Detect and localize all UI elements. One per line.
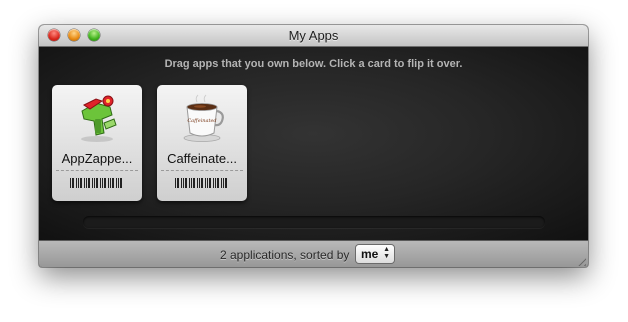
app-card-name: Caffeinate... [167, 151, 237, 166]
coffee-cup-icon: Caffeinated [183, 94, 224, 142]
status-bar: 2 applications, sorted by me ▲ ▼ [39, 240, 588, 267]
resize-grip[interactable] [575, 255, 586, 266]
sort-select-value: me [361, 247, 379, 261]
barcode [175, 178, 229, 188]
apps-drop-area[interactable]: Drag apps that you own below. Click a ca… [39, 47, 588, 240]
zapper-gun-icon [81, 95, 117, 142]
up-down-arrows-icon: ▲ ▼ [383, 246, 390, 260]
app-card-name: AppZappe... [61, 151, 133, 166]
cup-lettering: Caffeinated [187, 118, 216, 124]
sort-select[interactable]: me ▲ ▼ [356, 245, 394, 263]
barcode [70, 178, 124, 188]
app-card-appzapper[interactable]: AppZappe... [52, 85, 142, 201]
status-text: 2 applications, sorted by [220, 248, 350, 262]
instructions-text: Drag apps that you own below. Click a ca… [164, 58, 463, 70]
app-card-caffeinated[interactable]: Caffeinated Caffeinate... [157, 85, 247, 201]
my-apps-window: My Apps Drag apps that you own below. Cl… [39, 25, 588, 267]
window-title: My Apps [288, 28, 339, 43]
card-perforation [161, 170, 243, 171]
title-bar[interactable]: My Apps [39, 25, 588, 47]
card-perforation [56, 170, 138, 171]
horizontal-scrollbar[interactable] [83, 216, 545, 228]
